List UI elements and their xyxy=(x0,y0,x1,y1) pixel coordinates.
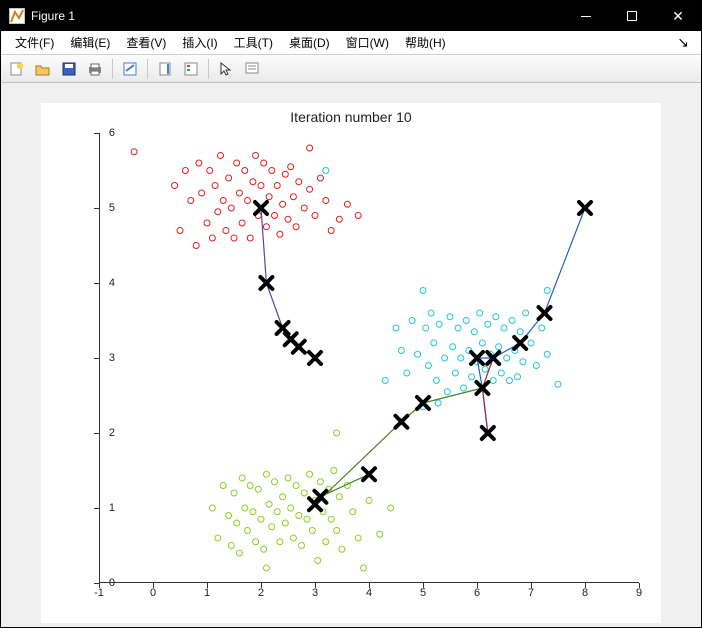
ytick-label: 2 xyxy=(85,427,115,439)
matlab-figure-icon xyxy=(9,8,25,24)
menu-help[interactable]: 帮助(H) xyxy=(397,31,454,54)
figure-canvas: Iteration number 10 0123456-10123456789 xyxy=(1,83,701,627)
close-button[interactable]: ✕ xyxy=(655,1,701,31)
ytick-label: 6 xyxy=(85,127,115,139)
toolbar xyxy=(1,55,701,83)
menu-tools[interactable]: 工具(T) xyxy=(226,31,281,54)
menubar: 文件(F) 编辑(E) 查看(V) 插入(I) 工具(T) 桌面(D) 窗口(W… xyxy=(1,31,701,55)
xtick-label: 8 xyxy=(575,587,595,599)
axes-panel: Iteration number 10 0123456-10123456789 xyxy=(41,103,661,623)
menu-desktop[interactable]: 桌面(D) xyxy=(281,31,338,54)
colorbar-icon xyxy=(157,61,173,77)
menu-insert[interactable]: 插入(I) xyxy=(174,31,225,54)
pointer-button[interactable] xyxy=(214,58,238,80)
ytick-label: 1 xyxy=(85,502,115,514)
titlebar: Figure 1 ✕ xyxy=(1,1,701,31)
xtick-label: 5 xyxy=(413,587,433,599)
save-button[interactable] xyxy=(57,58,81,80)
legend-icon xyxy=(183,61,199,77)
datacursor-button[interactable] xyxy=(240,58,264,80)
xtick-label: 4 xyxy=(359,587,379,599)
xtick-label: 0 xyxy=(143,587,163,599)
pointer-icon xyxy=(218,61,234,77)
link-icon xyxy=(122,61,138,77)
menu-file[interactable]: 文件(F) xyxy=(7,31,62,54)
link-button[interactable] xyxy=(118,58,142,80)
window-controls: ✕ xyxy=(563,1,701,31)
xtick-label: 2 xyxy=(251,587,271,599)
ytick-label: 4 xyxy=(85,277,115,289)
window-title: Figure 1 xyxy=(31,9,563,23)
print-button[interactable] xyxy=(83,58,107,80)
colorbar-button[interactable] xyxy=(153,58,177,80)
toolbar-separator xyxy=(147,59,148,79)
print-icon xyxy=(87,61,103,77)
plot-svg xyxy=(99,133,639,583)
menu-view[interactable]: 查看(V) xyxy=(118,31,174,54)
legend-button[interactable] xyxy=(179,58,203,80)
open-button[interactable] xyxy=(31,58,55,80)
xtick-label: 3 xyxy=(305,587,325,599)
new-figure-button[interactable] xyxy=(5,58,29,80)
new-file-icon xyxy=(9,61,25,77)
save-icon xyxy=(61,61,77,77)
menu-edit[interactable]: 编辑(E) xyxy=(62,31,118,54)
ytick-label: 5 xyxy=(85,202,115,214)
toolbar-separator xyxy=(112,59,113,79)
xtick-label: -1 xyxy=(89,587,109,599)
plot-title: Iteration number 10 xyxy=(41,109,661,125)
menu-overflow-icon[interactable]: ↘ xyxy=(671,34,695,51)
xtick-label: 1 xyxy=(197,587,217,599)
toolbar-separator xyxy=(208,59,209,79)
xtick-label: 7 xyxy=(521,587,541,599)
ytick-label: 3 xyxy=(85,352,115,364)
folder-open-icon xyxy=(35,61,51,77)
menu-window[interactable]: 窗口(W) xyxy=(338,31,397,54)
datacursor-icon xyxy=(244,61,260,77)
xtick-label: 6 xyxy=(467,587,487,599)
maximize-button[interactable] xyxy=(609,1,655,31)
xtick-label: 9 xyxy=(629,587,649,599)
minimize-button[interactable] xyxy=(563,1,609,31)
figure-window: Figure 1 ✕ 文件(F) 编辑(E) 查看(V) 插入(I) 工具(T)… xyxy=(0,0,702,628)
